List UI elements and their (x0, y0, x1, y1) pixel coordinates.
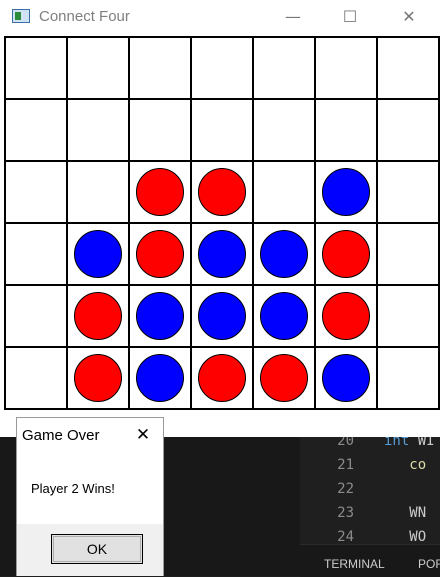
board-cell[interactable] (378, 286, 438, 346)
close-button[interactable]: ✕ (386, 0, 432, 34)
code-line: 22 (300, 481, 440, 505)
blue-disc (74, 230, 122, 278)
ok-button[interactable]: OK (51, 534, 143, 564)
red-disc (322, 292, 370, 340)
red-disc (74, 354, 122, 402)
panel-tab-bar: TERMINAL POR (300, 544, 440, 577)
board-cell[interactable] (192, 348, 252, 408)
code-text: co (384, 457, 427, 473)
tab-ports[interactable]: POR (418, 557, 440, 571)
board-cell[interactable] (68, 38, 128, 98)
blue-disc (260, 230, 308, 278)
dialog-close-button[interactable]: ✕ (129, 422, 157, 448)
board-cell[interactable] (316, 100, 376, 160)
board-cell[interactable] (192, 162, 252, 222)
board-cell[interactable] (316, 162, 376, 222)
board-cell[interactable] (130, 162, 190, 222)
blue-disc (136, 292, 184, 340)
board-cell[interactable] (6, 348, 66, 408)
game-board[interactable] (4, 36, 440, 410)
board-cell[interactable] (316, 286, 376, 346)
board-cell[interactable] (316, 224, 376, 284)
blue-disc (198, 292, 246, 340)
board-cell[interactable] (378, 38, 438, 98)
red-disc (198, 168, 246, 216)
board-cell[interactable] (68, 348, 128, 408)
line-number: 24 (337, 529, 354, 545)
board-cell[interactable] (316, 348, 376, 408)
red-disc (74, 292, 122, 340)
board-cell[interactable] (192, 224, 252, 284)
board-cell[interactable] (68, 100, 128, 160)
app-icon (12, 9, 30, 23)
code-line: 23 WN (300, 505, 440, 529)
board-cell[interactable] (130, 348, 190, 408)
title-bar[interactable]: Connect Four — ☐ ✕ (0, 0, 440, 34)
board-cell[interactable] (192, 100, 252, 160)
board-cell[interactable] (254, 348, 314, 408)
red-disc (322, 230, 370, 278)
red-disc (136, 168, 184, 216)
tab-terminal[interactable]: TERMINAL (324, 557, 385, 571)
board-cell[interactable] (254, 224, 314, 284)
blue-disc (322, 354, 370, 402)
board-cell[interactable] (378, 348, 438, 408)
board-cell[interactable] (192, 38, 252, 98)
board-cell[interactable] (6, 100, 66, 160)
board-cell[interactable] (68, 286, 128, 346)
code-line: 21 co (300, 457, 440, 481)
board-cell[interactable] (130, 224, 190, 284)
board-cell[interactable] (254, 38, 314, 98)
board-cell[interactable] (68, 224, 128, 284)
board-cell[interactable] (254, 162, 314, 222)
board-cell[interactable] (192, 286, 252, 346)
line-number: 21 (337, 457, 354, 473)
window-title: Connect Four (39, 8, 130, 25)
code-text: WN (384, 505, 427, 521)
game-over-dialog: Game Over ✕ Player 2 Wins! OK (16, 417, 164, 576)
board-cell[interactable] (6, 286, 66, 346)
board-cell[interactable] (254, 286, 314, 346)
board-cell[interactable] (378, 224, 438, 284)
board-cell[interactable] (6, 224, 66, 284)
board-cell[interactable] (316, 38, 376, 98)
blue-disc (198, 230, 246, 278)
board-cell[interactable] (378, 162, 438, 222)
minimize-button[interactable]: — (270, 0, 316, 34)
red-disc (136, 230, 184, 278)
dialog-footer: OK (17, 524, 163, 576)
code-text: WO (384, 529, 427, 545)
red-disc (198, 354, 246, 402)
board-cell[interactable] (378, 100, 438, 160)
red-disc (260, 354, 308, 402)
connect-four-window: Connect Four — ☐ ✕ (0, 0, 440, 437)
board-cell[interactable] (254, 100, 314, 160)
maximize-button[interactable]: ☐ (327, 0, 373, 34)
blue-disc (136, 354, 184, 402)
dialog-title: Game Over (22, 427, 100, 444)
board-cell[interactable] (6, 162, 66, 222)
dialog-message: Player 2 Wins! (31, 481, 115, 496)
blue-disc (260, 292, 308, 340)
blue-disc (322, 168, 370, 216)
board-cell[interactable] (130, 286, 190, 346)
board-cell[interactable] (130, 100, 190, 160)
board-cell[interactable] (6, 38, 66, 98)
line-number: 23 (337, 505, 354, 521)
line-number: 22 (337, 481, 354, 497)
board-cell[interactable] (68, 162, 128, 222)
board-cell[interactable] (130, 38, 190, 98)
